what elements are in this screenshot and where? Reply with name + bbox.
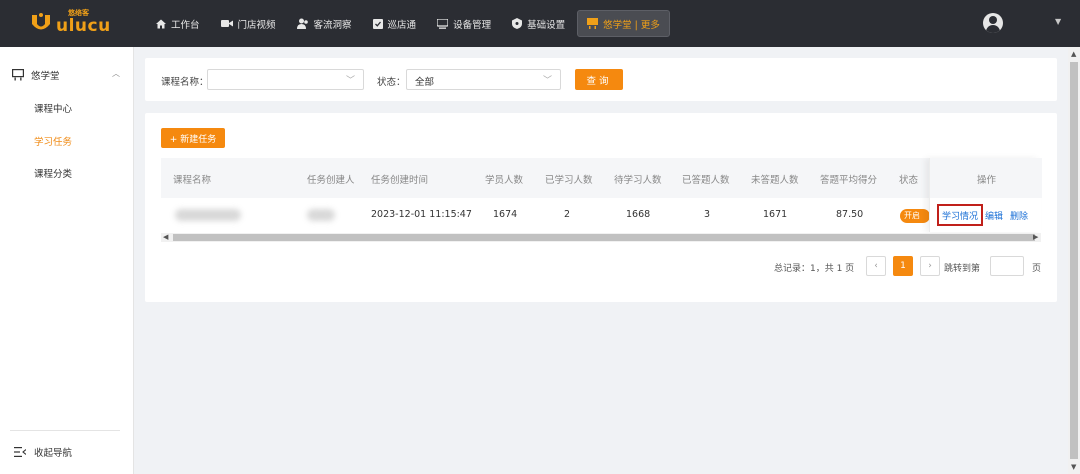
new-task-button[interactable]: + 新建任务	[161, 128, 225, 148]
nav-label: 悠学堂 | 更多	[603, 19, 660, 31]
query-button[interactable]: 查询	[575, 69, 623, 90]
redacted-course-name	[175, 209, 241, 221]
redacted-creator	[307, 209, 335, 221]
col-students: 学员人数	[485, 175, 524, 186]
cell-created-time: 2023-12-01 11:15:47	[371, 209, 472, 220]
user-menu-caret-icon[interactable]: ▼	[1055, 17, 1061, 26]
nav-item-workbench[interactable]: 工作台	[147, 10, 209, 37]
cell-answered: 3	[704, 209, 711, 220]
task-list-panel: + 新建任务 课程名称 任务创建人 任务创建时间 学员人数 已学习人数 待学习人…	[145, 113, 1057, 302]
course-name-label: 课程名称：	[161, 77, 209, 88]
page-button-current[interactable]: 1	[893, 256, 913, 276]
status-select[interactable]: 全部 ﹀	[406, 69, 561, 90]
device-icon	[437, 18, 449, 29]
prev-page-button[interactable]: ‹	[866, 256, 886, 276]
people-icon	[296, 18, 308, 29]
cell-avg-score: 87.50	[836, 209, 864, 220]
classroom-icon	[587, 18, 599, 29]
status-label: 状态：	[377, 77, 406, 88]
cell-to-learn: 1668	[626, 209, 651, 220]
col-to-learn: 待学习人数	[614, 175, 662, 186]
nav-item-device-management[interactable]: 设备管理	[428, 10, 500, 37]
jump-to-page-label: 跳转到第	[944, 263, 981, 274]
cell-unanswered: 1671	[763, 209, 788, 220]
page-vertical-scrollbar[interactable]: ▲ ▼	[1068, 47, 1080, 474]
study-status-link[interactable]: 学习情况	[937, 204, 983, 226]
col-answered: 已答题人数	[682, 175, 730, 186]
sidebar-divider	[10, 430, 120, 431]
page-suffix-label: 页	[1032, 263, 1042, 274]
nav-label: 门店视频	[237, 19, 276, 31]
clipboard-check-icon	[372, 19, 383, 29]
sidebar-item-course-center[interactable]: 课程中心	[34, 101, 72, 115]
chevron-up-icon: ︿	[112, 69, 120, 78]
jump-page-input[interactable]	[990, 256, 1024, 276]
ulucu-logo[interactable]: 悠络客 ulucu	[30, 8, 110, 38]
col-unanswered: 未答题人数	[751, 175, 799, 186]
scrollbar-thumb[interactable]	[1070, 62, 1078, 459]
filter-panel: 课程名称： ﹀ 状态： 全部 ﹀ 查询	[145, 58, 1057, 101]
settings-shield-icon	[512, 18, 523, 29]
nav-item-classroom-more[interactable]: 悠学堂 | 更多	[577, 10, 670, 37]
col-status: 状态	[899, 175, 919, 186]
sidebar: 悠学堂 ︿ 课程中心 学习任务 课程分类 收起导航	[0, 47, 134, 474]
user-avatar[interactable]	[983, 13, 1003, 33]
col-actions: 操作	[977, 175, 997, 186]
table-horizontal-scrollbar[interactable]: ◀ ▶	[161, 233, 1041, 242]
edit-link[interactable]: 编辑	[985, 209, 1003, 222]
chevron-down-icon: ﹀	[542, 76, 552, 86]
cell-learned: 2	[564, 209, 571, 220]
logo-mark-icon	[32, 13, 50, 30]
nav-label: 设备管理	[453, 19, 492, 31]
sidebar-group-label: 悠学堂	[31, 71, 60, 82]
sidebar-group-classroom[interactable]: 悠学堂 ︿	[12, 67, 124, 83]
col-course-name: 课程名称	[173, 175, 212, 186]
collapse-nav-label: 收起导航	[34, 448, 73, 459]
scroll-left-arrow-icon[interactable]: ◀	[163, 233, 168, 242]
scroll-up-arrow-icon[interactable]: ▲	[1071, 50, 1076, 58]
col-created-time: 任务创建时间	[371, 175, 429, 186]
main-nav: 工作台 门店视频 客流洞察 巡店通 设备管理 基础设置 悠学堂 | 更多	[147, 10, 673, 37]
collapse-nav-button[interactable]: 收起导航	[14, 445, 72, 459]
nav-label: 基础设置	[527, 19, 566, 31]
avatar-head	[989, 16, 997, 24]
col-task-creator: 任务创建人	[307, 175, 355, 186]
nav-label: 客流洞察	[313, 19, 352, 31]
cell-students: 1674	[493, 209, 518, 220]
home-icon	[156, 19, 166, 28]
scroll-down-arrow-icon[interactable]: ▼	[1071, 463, 1076, 471]
sidebar-item-learning-tasks[interactable]: 学习任务	[34, 134, 72, 148]
sidebar-item-course-category[interactable]: 课程分类	[34, 166, 72, 180]
delete-link[interactable]: 删除	[1010, 209, 1028, 222]
pagination-summary: 总记录：1，共 1 页	[774, 263, 855, 274]
nav-item-basic-settings[interactable]: 基础设置	[503, 10, 574, 37]
nav-item-store-patrol[interactable]: 巡店通	[364, 10, 426, 37]
scrollbar-thumb[interactable]	[173, 234, 1035, 241]
actions-header-bg: 操作	[930, 158, 1042, 198]
status-value: 全部	[415, 77, 435, 88]
logo-text: ulucu	[56, 16, 111, 36]
nav-label: 巡店通	[387, 19, 417, 31]
nav-label: 工作台	[171, 19, 200, 31]
collapse-menu-icon	[14, 447, 26, 457]
nav-item-customer-flow[interactable]: 客流洞察	[288, 10, 361, 37]
col-learned: 已学习人数	[545, 175, 593, 186]
video-camera-icon	[220, 20, 233, 27]
avatar-body	[986, 25, 1000, 33]
classroom-icon	[12, 69, 24, 81]
top-navbar: 悠络客 ulucu 工作台 门店视频 客流洞察 巡店通 设备管理 基础设置 悠学…	[0, 0, 1080, 47]
chevron-down-icon: ﹀	[345, 76, 355, 86]
next-page-button[interactable]: ›	[920, 256, 940, 276]
status-switch[interactable]: 开启	[900, 209, 930, 223]
table-header: 课程名称 任务创建人 任务创建时间 学员人数 已学习人数 待学习人数 已答题人数…	[161, 158, 1041, 198]
col-avg-score: 答题平均得分	[820, 175, 878, 186]
nav-item-store-video[interactable]: 门店视频	[212, 10, 285, 37]
course-name-select[interactable]: ﹀	[207, 69, 364, 90]
scroll-right-arrow-icon[interactable]: ▶	[1033, 233, 1038, 242]
